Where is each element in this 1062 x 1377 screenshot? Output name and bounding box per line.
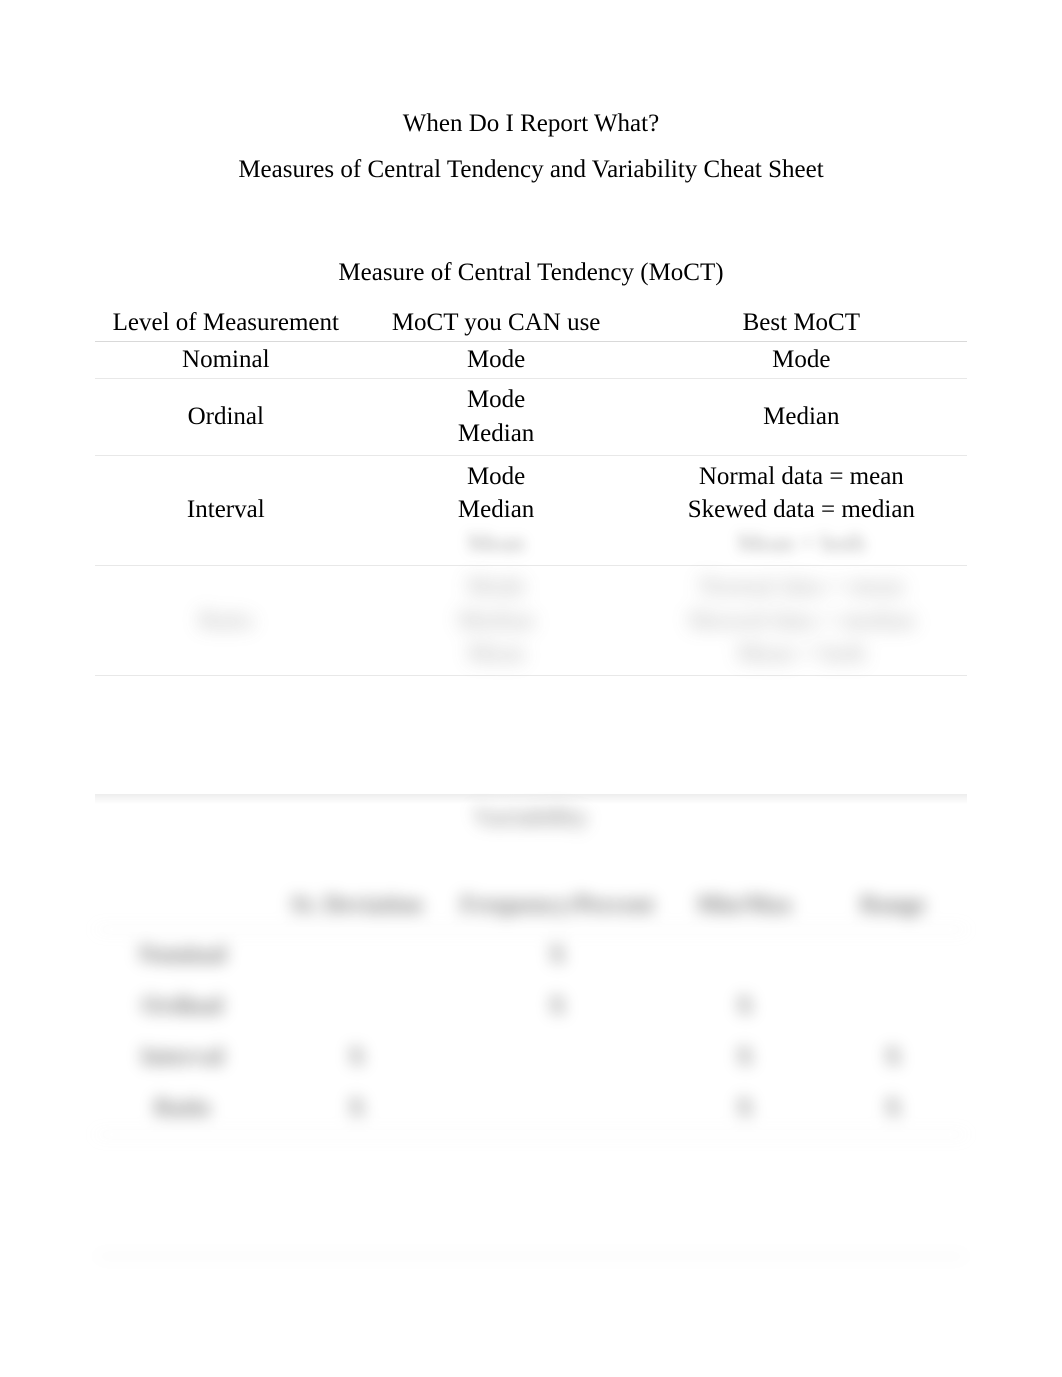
cell-sd bbox=[269, 981, 443, 1032]
col-header-best: Best MoCT bbox=[636, 305, 967, 342]
cell-level: Ratio bbox=[95, 565, 357, 675]
cell-sd bbox=[269, 930, 443, 982]
cell-fp bbox=[444, 1032, 671, 1083]
col-header-can: MoCT you CAN use bbox=[357, 305, 636, 342]
cell-can: ModeMedianMean bbox=[357, 565, 636, 675]
cell-fp bbox=[444, 1083, 671, 1135]
table-row: Ordinal ModeMedian Median bbox=[95, 379, 967, 456]
cell-sd: X bbox=[269, 1032, 443, 1083]
moct-table: Level of Measurement MoCT you CAN use Be… bbox=[95, 305, 967, 676]
table-row: Nominal Mode Mode bbox=[95, 342, 967, 379]
variability-table: St. Deviation Frequency/Percent Min/Max … bbox=[95, 882, 967, 1135]
col-header-sd: St. Deviation bbox=[269, 882, 443, 930]
cell-level: Ordinal bbox=[95, 379, 357, 456]
cell-rg bbox=[819, 981, 967, 1032]
cell-level: Ordinal bbox=[95, 981, 269, 1032]
page-subtitle: Measures of Central Tendency and Variabi… bbox=[95, 156, 967, 184]
cell-mm bbox=[671, 930, 819, 982]
cell-mm: X bbox=[671, 1083, 819, 1135]
cell-level: Interval bbox=[95, 455, 357, 565]
cell-rg: X bbox=[819, 1083, 967, 1135]
cell-mm: X bbox=[671, 1032, 819, 1083]
cell-best: Normal data = meanSkewed data = medianMe… bbox=[636, 565, 967, 675]
cell-best: Mode bbox=[636, 342, 967, 379]
cell-rg bbox=[819, 930, 967, 982]
table-header-row: St. Deviation Frequency/Percent Min/Max … bbox=[95, 882, 967, 930]
table-row: Ordinal X X bbox=[95, 981, 967, 1032]
cell-fp: X bbox=[444, 930, 671, 982]
cell-mm: X bbox=[671, 981, 819, 1032]
cell-best: Median bbox=[636, 379, 967, 456]
moct-heading: Measure of Central Tendency (MoCT) bbox=[95, 259, 967, 287]
cell-best: Normal data = mean Skewed data = median … bbox=[636, 455, 967, 565]
col-header-level: Level of Measurement bbox=[95, 305, 357, 342]
table-row: Ratio X X X bbox=[95, 1083, 967, 1135]
table-row: Nominal X bbox=[95, 930, 967, 982]
table-header-row: Level of Measurement MoCT you CAN use Be… bbox=[95, 305, 967, 342]
col-header-range: Range bbox=[819, 882, 967, 930]
cell-sd: X bbox=[269, 1083, 443, 1135]
col-header-freq: Frequency/Percent bbox=[444, 882, 671, 930]
table-shadow bbox=[95, 794, 967, 804]
cell-can: ModeMedian bbox=[357, 379, 636, 456]
table-shadow bbox=[95, 1253, 967, 1263]
col-header-empty bbox=[95, 882, 269, 930]
table-row: Interval X X X bbox=[95, 1032, 967, 1083]
cell-level: Interval bbox=[95, 1032, 269, 1083]
cell-level: Nominal bbox=[95, 930, 269, 982]
cell-level: Ratio bbox=[95, 1083, 269, 1135]
cell-fp: X bbox=[444, 981, 671, 1032]
col-header-minmax: Min/Max bbox=[671, 882, 819, 930]
variability-heading: Variability bbox=[95, 804, 967, 832]
table-row: Interval Mode Median Mean Normal data = … bbox=[95, 455, 967, 565]
cell-rg: X bbox=[819, 1032, 967, 1083]
cell-can: Mode bbox=[357, 342, 636, 379]
cell-can: Mode Median Mean bbox=[357, 455, 636, 565]
cell-level: Nominal bbox=[95, 342, 357, 379]
page-title: When Do I Report What? bbox=[95, 110, 967, 138]
variability-section: Variability St. Deviation Frequency/Perc… bbox=[95, 804, 967, 1263]
table-row: Ratio ModeMedianMean Normal data = meanS… bbox=[95, 565, 967, 675]
